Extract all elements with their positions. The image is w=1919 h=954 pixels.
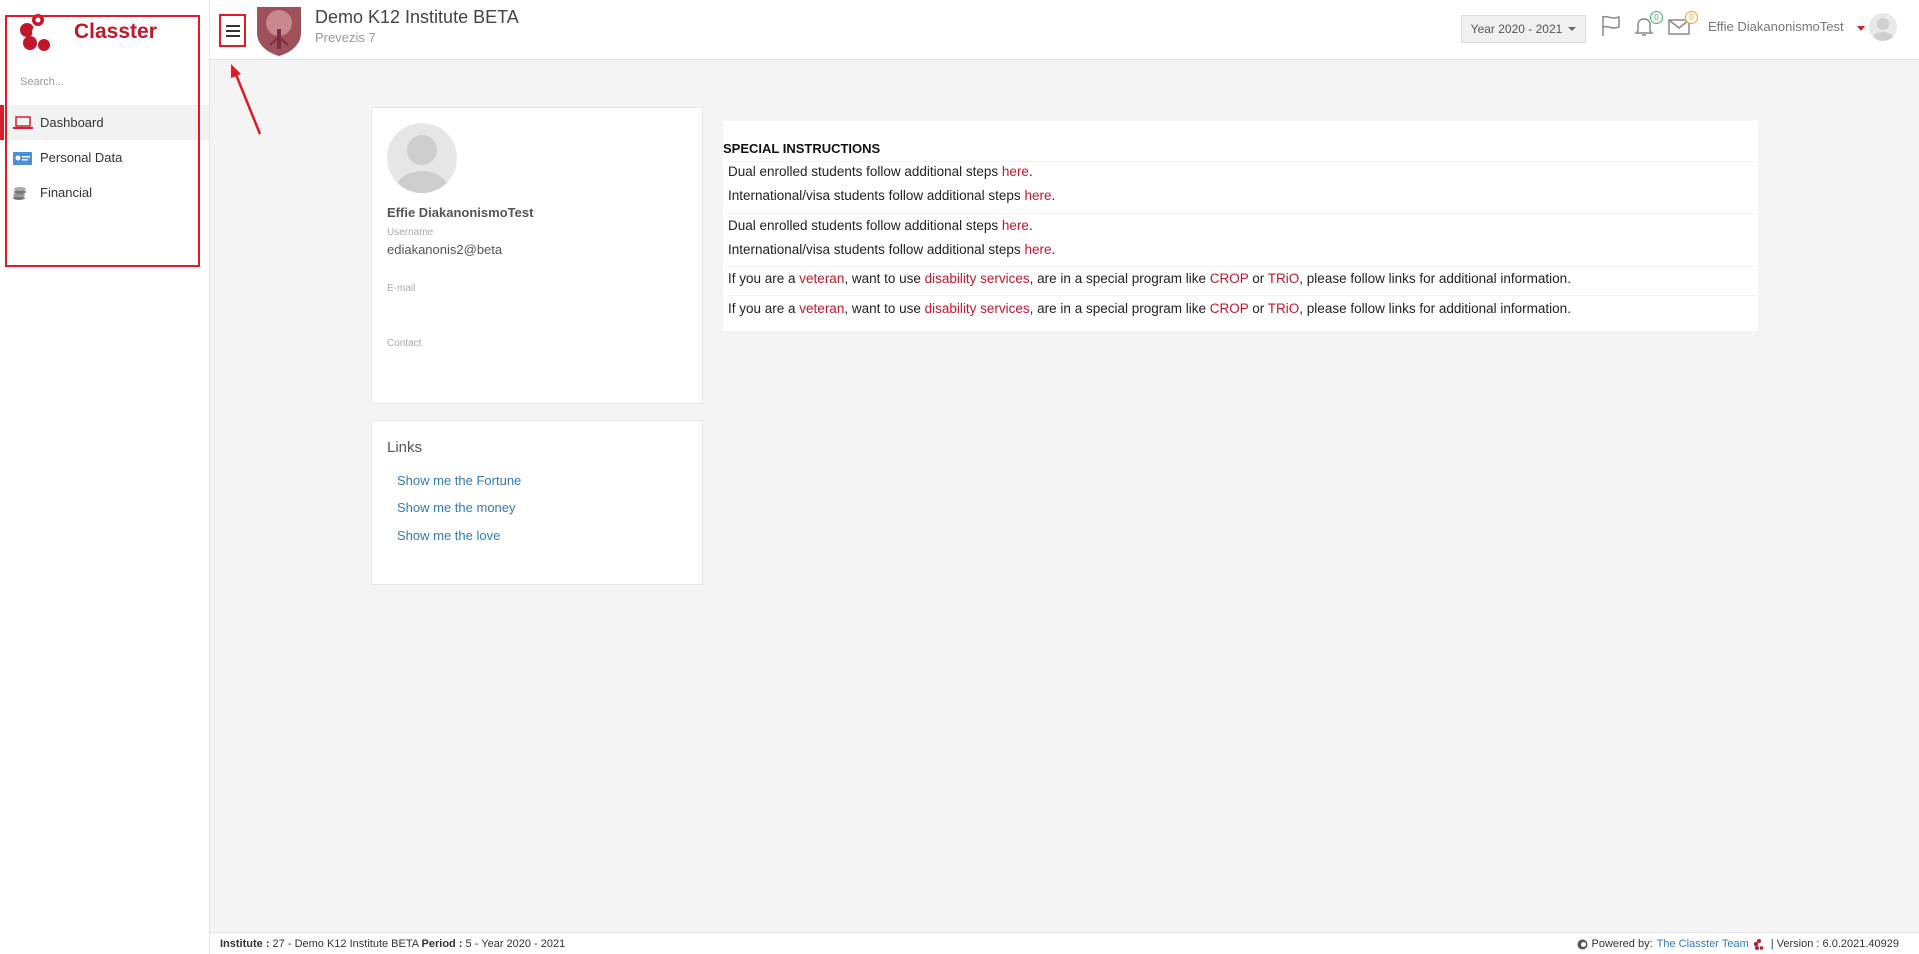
link-money[interactable]: Show me the money xyxy=(397,500,516,515)
here-link[interactable]: here xyxy=(1002,218,1029,233)
notifications-button[interactable]: 0 xyxy=(1632,11,1663,38)
instruction-text: or xyxy=(1248,271,1268,286)
international-line-2: International/visa students follow addit… xyxy=(728,242,1055,257)
link-fortune[interactable]: Show me the Fortune xyxy=(397,473,521,488)
institute-subtitle: Prevezis 7 xyxy=(315,30,376,45)
divider xyxy=(726,266,1756,267)
profile-avatar xyxy=(387,123,457,193)
notifications-badge: 0 xyxy=(1650,11,1663,24)
links-card: Links Show me the Fortune Show me the mo… xyxy=(371,420,703,585)
chevron-down-icon xyxy=(1568,27,1577,31)
dual-enrolled-line-2: Dual enrolled students follow additional… xyxy=(728,218,1033,233)
period: . xyxy=(1028,218,1033,233)
divider xyxy=(726,295,1756,296)
user-silhouette-icon xyxy=(394,135,450,193)
instruction-text: , please follow links for additional inf… xyxy=(1299,271,1571,286)
period: . xyxy=(1028,164,1033,179)
veteran-link[interactable]: veteran xyxy=(799,301,844,316)
instruction-text: , want to use xyxy=(844,271,925,286)
institute-label: Institute : xyxy=(220,938,270,950)
flag-icon xyxy=(1602,15,1620,36)
divider xyxy=(726,213,1756,214)
instruction-text: International/visa students follow addit… xyxy=(728,242,1025,257)
period: . xyxy=(1051,242,1056,257)
user-silhouette-icon xyxy=(1872,18,1894,41)
annotation-highlight-box xyxy=(5,15,200,267)
instruction-text: , please follow links for additional inf… xyxy=(1299,301,1571,316)
dual-enrolled-line-1: Dual enrolled students follow additional… xyxy=(728,164,1033,179)
footer-credits: Powered by: The Classter Team | Version … xyxy=(1577,938,1899,950)
period-label: Period : xyxy=(421,938,463,950)
classter-small-icon xyxy=(1577,939,1588,949)
link-love[interactable]: Show me the love xyxy=(397,528,500,543)
footer-info: Institute : 27 - Demo K12 Institute BETA… xyxy=(220,938,565,950)
messages-button[interactable]: 0 xyxy=(1667,11,1698,38)
username-label: Username xyxy=(387,227,434,238)
profile-card: Effie DiakanonismoTest Username ediakano… xyxy=(371,107,703,404)
instruction-text: International/visa students follow addit… xyxy=(728,188,1025,203)
special-instructions-panel: SPECIAL INSTRUCTIONS Dual enrolled stude… xyxy=(723,121,1758,331)
here-link[interactable]: here xyxy=(1024,188,1051,203)
email-label: E-mail xyxy=(387,283,416,294)
top-header: Demo K12 Institute BETA Prevezis 7 Year … xyxy=(210,0,1919,60)
crop-link[interactable]: CROP xyxy=(1210,271,1249,286)
powered-by-label: Powered by: xyxy=(1591,938,1653,950)
annotation-arrow xyxy=(231,64,262,135)
trio-link[interactable]: TRiO xyxy=(1268,301,1300,316)
instruction-text: Dual enrolled students follow additional… xyxy=(728,218,1002,233)
institute-title: Demo K12 Institute BETA xyxy=(315,7,519,27)
crop-link[interactable]: CROP xyxy=(1210,301,1249,316)
profile-name: Effie DiakanonismoTest xyxy=(387,205,534,220)
classter-logo-small-icon xyxy=(1753,939,1764,950)
trio-link[interactable]: TRiO xyxy=(1268,271,1300,286)
period: . xyxy=(1051,188,1056,203)
sidebar: Classter Dashboard Personal Data xyxy=(0,0,210,954)
user-menu[interactable]: Effie DiakanonismoTest xyxy=(1708,19,1844,34)
instruction-text: , are in a special program like xyxy=(1029,271,1210,286)
instruction-text: or xyxy=(1248,301,1268,316)
international-line-1: International/visa students follow addit… xyxy=(728,188,1055,203)
disability-services-link[interactable]: disability services xyxy=(925,271,1030,286)
institute-value: 27 - Demo K12 Institute BETA xyxy=(269,938,422,950)
hamburger-icon xyxy=(225,24,240,37)
version-text: | Version : 6.0.2021.40929 xyxy=(1770,938,1899,950)
veteran-link[interactable]: veteran xyxy=(799,271,844,286)
veteran-line-1: If you are a veteran, want to use disabi… xyxy=(728,271,1571,286)
classter-team-link[interactable]: The Classter Team xyxy=(1657,938,1749,950)
here-link[interactable]: here xyxy=(1024,242,1051,257)
instruction-text: If you are a xyxy=(728,301,800,316)
here-link[interactable]: here xyxy=(1002,164,1029,179)
instruction-text: , want to use xyxy=(844,301,925,316)
year-selector[interactable]: Year 2020 - 2021 xyxy=(1461,15,1586,43)
institute-tree-logo-icon xyxy=(257,7,301,56)
flag-button[interactable] xyxy=(1599,14,1623,38)
period-value: 5 - Year 2020 - 2021 xyxy=(462,938,566,950)
divider xyxy=(726,161,1756,162)
veteran-line-2: If you are a veteran, want to use disabi… xyxy=(728,301,1571,316)
instruction-text: If you are a xyxy=(728,271,800,286)
year-selector-value: Year 2020 - 2021 xyxy=(1470,22,1563,36)
links-title: Links xyxy=(387,439,423,456)
menu-toggle-button[interactable] xyxy=(219,14,246,47)
avatar[interactable] xyxy=(1869,13,1897,41)
instruction-text: Dual enrolled students follow additional… xyxy=(728,164,1002,179)
disability-services-link[interactable]: disability services xyxy=(925,301,1030,316)
messages-badge: 0 xyxy=(1685,11,1698,24)
caret-down-icon[interactable] xyxy=(1857,26,1865,31)
special-instructions-title: SPECIAL INSTRUCTIONS xyxy=(723,141,881,156)
contact-label: Contact xyxy=(387,338,422,349)
instruction-text: , are in a special program like xyxy=(1029,301,1210,316)
username-value: ediakanonis2@beta xyxy=(387,242,503,257)
footer: Institute : 27 - Demo K12 Institute BETA… xyxy=(210,932,1919,954)
